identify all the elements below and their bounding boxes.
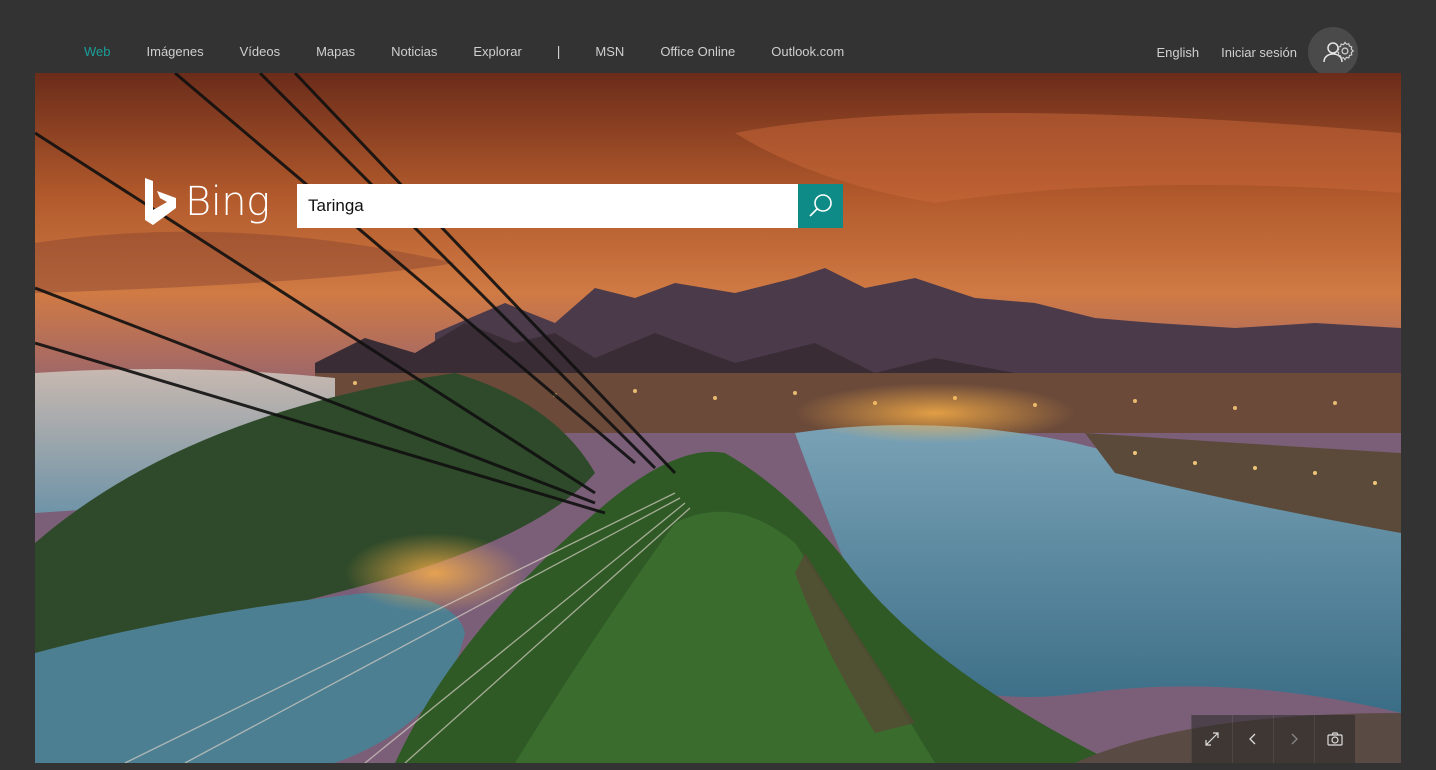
- nav-videos[interactable]: Vídeos: [222, 44, 298, 59]
- chevron-right-icon: [1291, 733, 1298, 745]
- nav-explore[interactable]: Explorar: [455, 44, 539, 59]
- search-icon: [808, 194, 832, 217]
- bing-b-icon: [145, 178, 176, 225]
- nav-web[interactable]: Web: [66, 44, 129, 59]
- bing-logo[interactable]: Bing: [143, 177, 270, 227]
- expand-button[interactable]: [1191, 715, 1232, 763]
- signin-link[interactable]: Iniciar sesión: [1210, 45, 1308, 60]
- chevron-left-icon: [1249, 733, 1256, 745]
- expand-icon: [1205, 732, 1219, 746]
- previous-image-button[interactable]: [1232, 715, 1273, 763]
- nav-msn[interactable]: MSN: [577, 44, 642, 59]
- image-info-button[interactable]: [1314, 715, 1355, 763]
- nav-news[interactable]: Noticias: [373, 44, 455, 59]
- nav-outlook[interactable]: Outlook.com: [753, 44, 862, 59]
- nav-links: Web Imágenes Vídeos Mapas Noticias Explo…: [66, 43, 862, 59]
- logo-text: Bing: [185, 179, 270, 225]
- language-link[interactable]: English: [1145, 45, 1210, 60]
- image-controls: [1191, 715, 1355, 763]
- nav-office-online[interactable]: Office Online: [642, 44, 753, 59]
- nav-separator: |: [556, 43, 561, 59]
- gear-icon[interactable]: [1334, 40, 1356, 62]
- nav-images[interactable]: Imágenes: [129, 44, 222, 59]
- next-image-button[interactable]: [1273, 715, 1314, 763]
- search-box: [297, 184, 843, 228]
- background-image: Bing: [35, 73, 1401, 763]
- search-button[interactable]: [798, 184, 843, 228]
- nav-maps[interactable]: Mapas: [298, 44, 373, 59]
- account-area: English Iniciar sesión: [1145, 26, 1358, 78]
- top-navigation: Web Imágenes Vídeos Mapas Noticias Explo…: [0, 0, 1436, 77]
- search-input[interactable]: [297, 184, 798, 228]
- camera-icon: [1327, 732, 1343, 746]
